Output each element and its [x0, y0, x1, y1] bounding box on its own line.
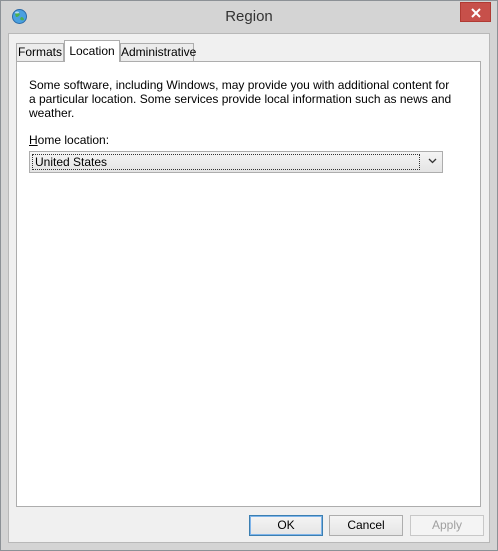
home-location-label-text: ome location: — [37, 133, 110, 147]
apply-button[interactable]: Apply — [410, 515, 484, 536]
home-location-label: Home location: — [29, 133, 109, 147]
region-dialog: Region Formats Location Administrative S… — [0, 0, 498, 551]
location-panel: Some software, including Windows, may pr… — [16, 61, 481, 507]
home-location-accelerator: H — [29, 133, 38, 147]
location-description: Some software, including Windows, may pr… — [29, 78, 452, 120]
tab-administrative[interactable]: Administrative — [120, 43, 196, 61]
tab-location[interactable]: Location — [64, 40, 120, 62]
close-button[interactable] — [460, 2, 491, 22]
window-title: Region — [225, 8, 273, 25]
chevron-down-icon — [428, 158, 437, 164]
cancel-button[interactable]: Cancel — [329, 515, 403, 536]
ok-button[interactable]: OK — [249, 515, 323, 536]
dialog-client-area: Formats Location Administrative Some sof… — [8, 33, 490, 543]
home-location-value: United States — [32, 154, 420, 170]
tab-formats[interactable]: Formats — [16, 43, 64, 61]
home-location-dropdown[interactable]: United States — [29, 151, 443, 173]
close-icon — [471, 8, 481, 18]
title-bar[interactable]: Region — [1, 1, 497, 33]
